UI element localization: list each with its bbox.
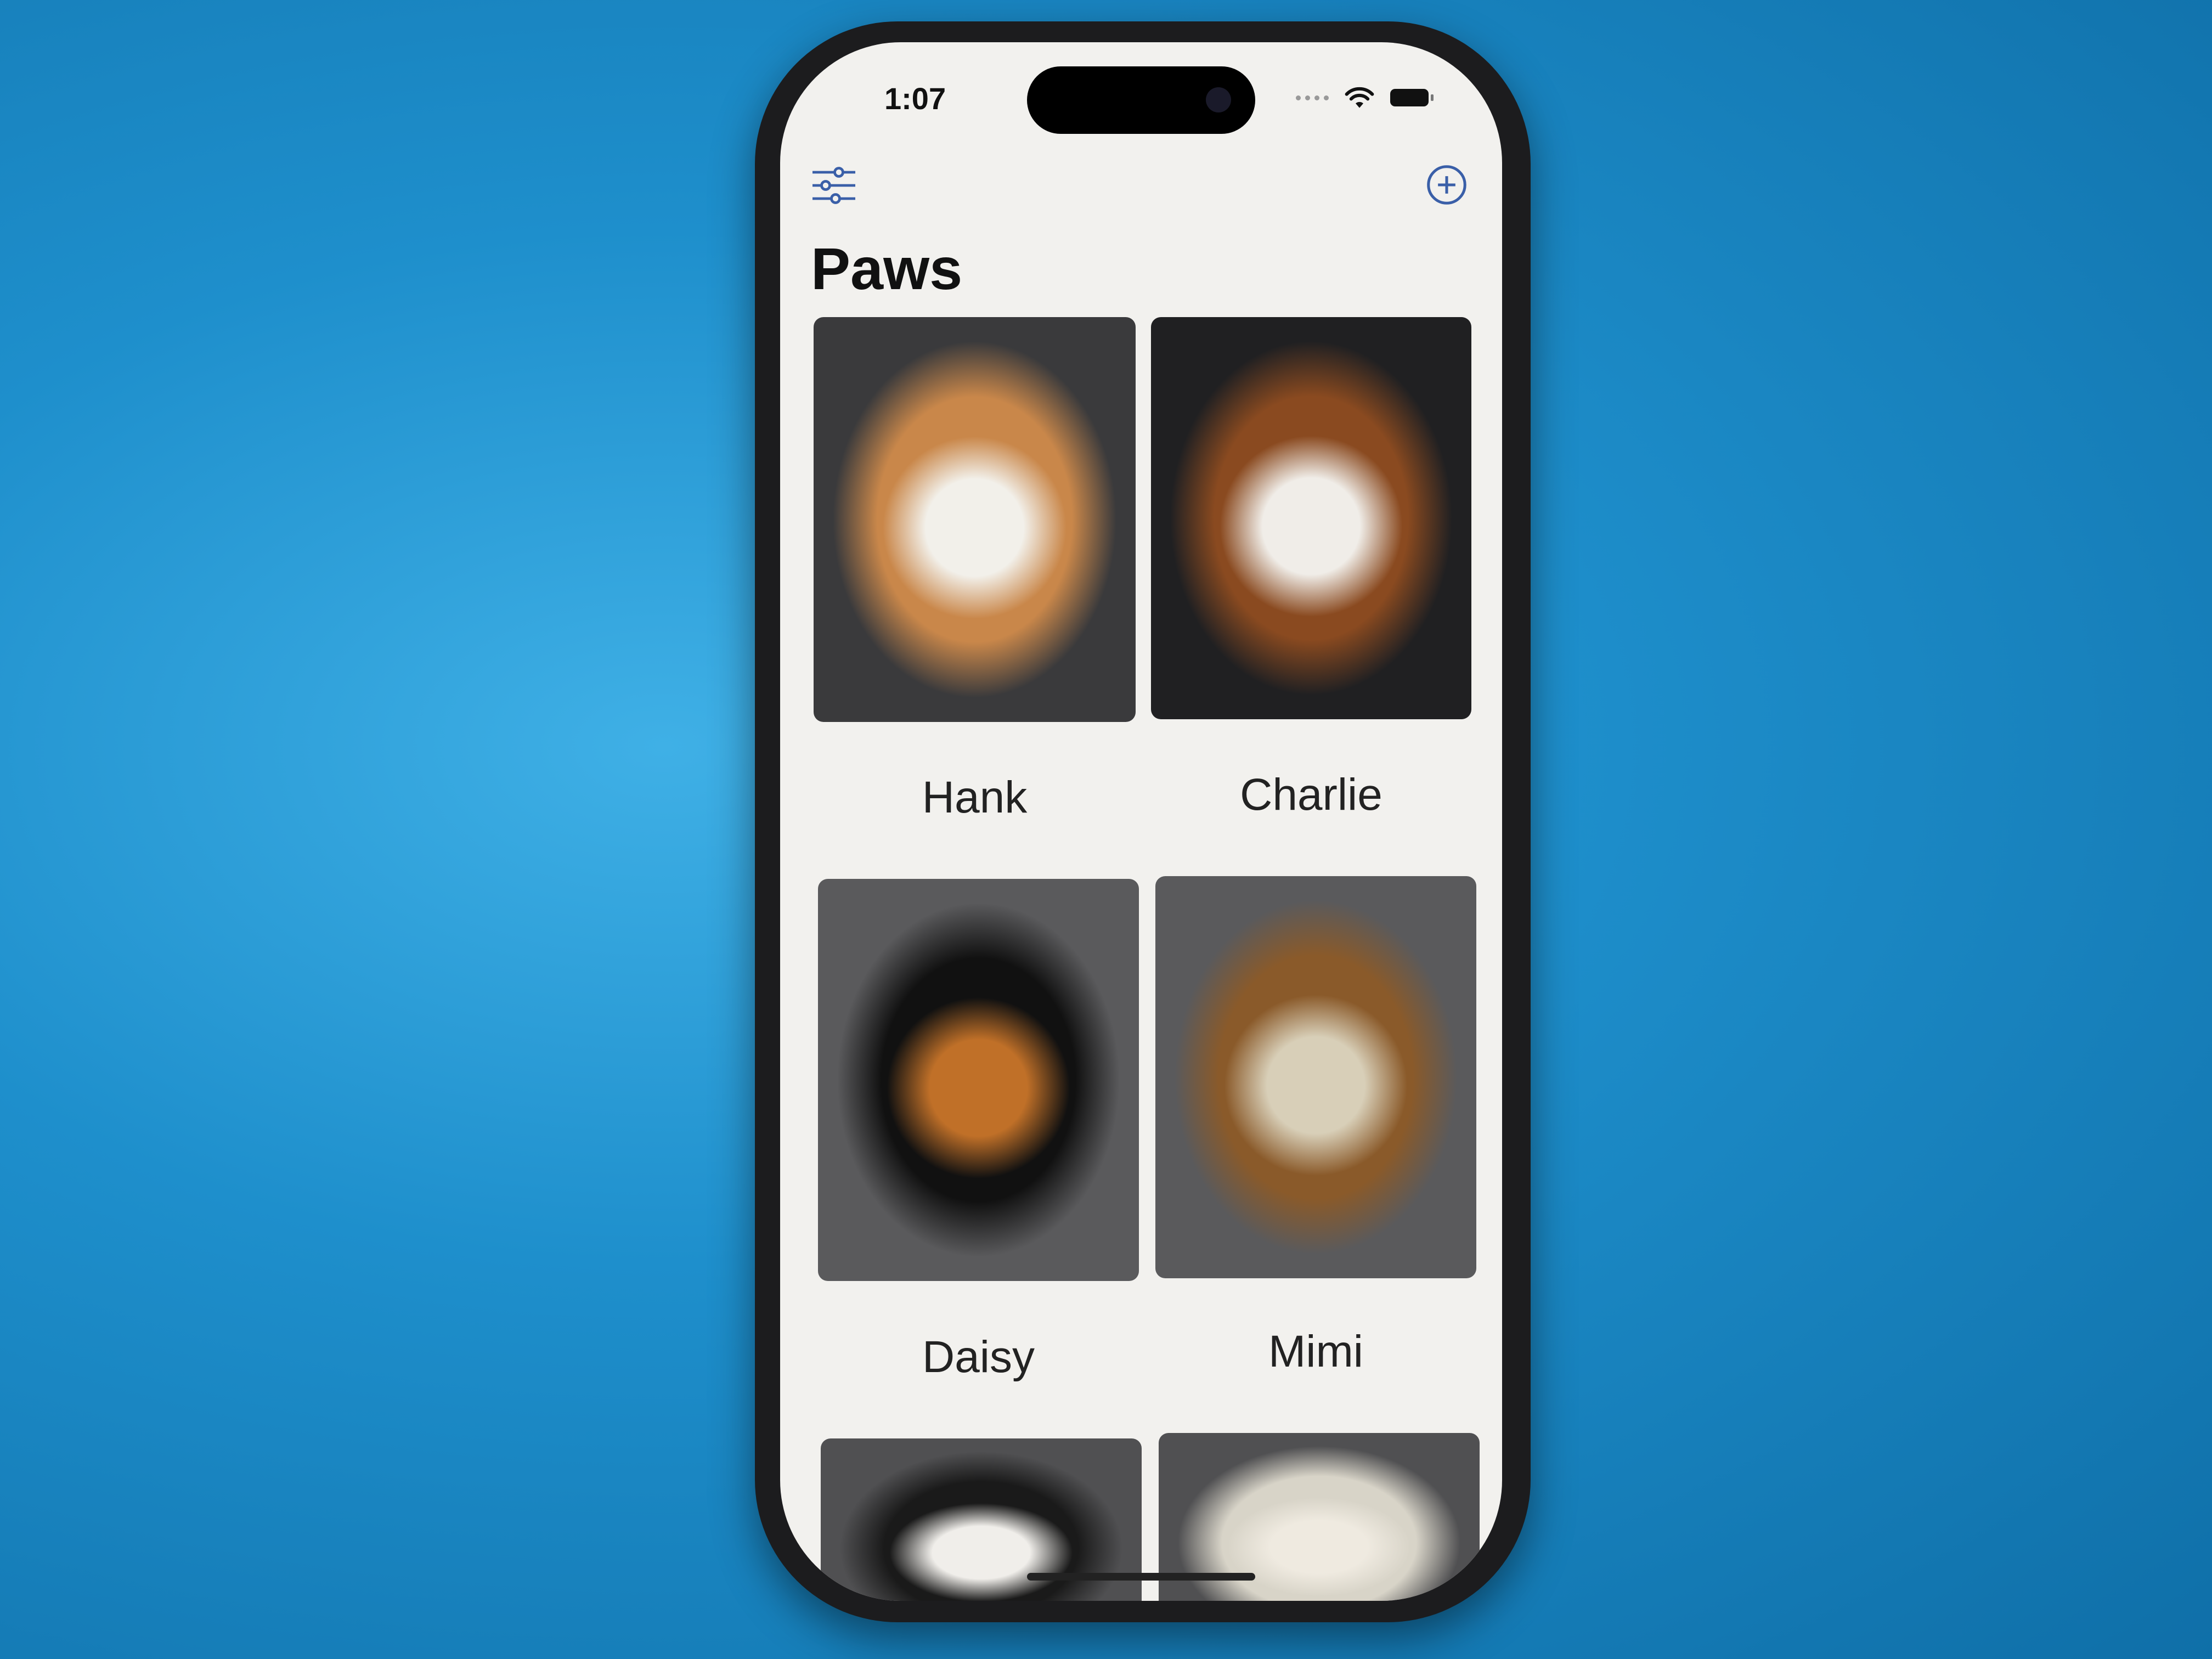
wifi-icon [1345,87,1374,108]
pet-card[interactable] [1151,317,1471,719]
pet-name: Mimi [1268,1327,1364,1376]
pet-photo [1155,876,1476,1278]
pet-card[interactable] [1155,876,1476,1278]
pet-name: Charlie [1240,770,1383,820]
dynamic-island [1027,66,1255,134]
pet-name: Hank [922,772,1028,822]
page-title: Paws [811,235,963,302]
pet-name: Daisy [922,1332,1035,1382]
battery-icon [1390,89,1434,106]
pet-photo [1151,317,1471,719]
cellular-icon [1296,95,1329,100]
pet-card[interactable] [818,879,1139,1281]
status-icons [1296,86,1434,109]
pet-card[interactable] [814,317,1136,722]
status-time: 1:07 [884,81,946,116]
camera-icon [1206,87,1231,112]
home-indicator[interactable] [1027,1573,1255,1581]
sliders-icon[interactable] [811,166,857,205]
plus-circle-icon[interactable] [1426,164,1468,206]
pet-photo [818,879,1139,1281]
app-screen: 1:07 Paws Hank Charlie Daisy Mimi [780,42,1502,1601]
pet-photo [814,317,1136,722]
